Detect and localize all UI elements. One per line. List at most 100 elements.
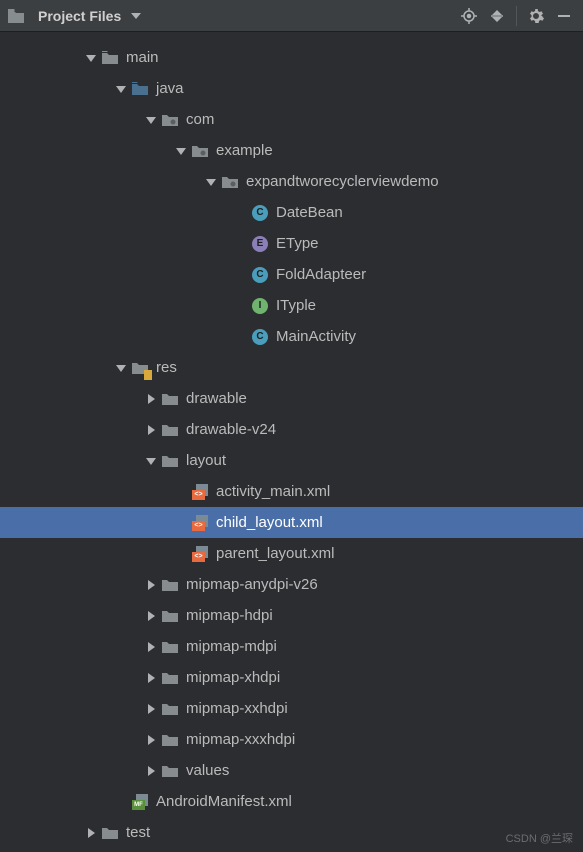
tree-node-parent-layout[interactable]: <> parent_layout.xml (0, 538, 583, 569)
node-label: expandtworecyclerviewdemo (246, 173, 439, 190)
node-label: test (126, 824, 150, 841)
tree-node-activity-main[interactable]: <> activity_main.xml (0, 476, 583, 507)
tree-node-mainactivity[interactable]: C MainActivity (0, 321, 583, 352)
chevron-down-icon[interactable] (112, 359, 130, 377)
node-label: com (186, 111, 214, 128)
chevron-right-icon[interactable] (142, 576, 160, 594)
chevron-right-icon[interactable] (142, 762, 160, 780)
tree-node-mipmap-hdpi[interactable]: mipmap-hdpi (0, 600, 583, 631)
tree-node-example[interactable]: example (0, 135, 583, 166)
project-panel-header: Project Files (0, 0, 583, 32)
xml-file-icon: <> (190, 513, 210, 533)
node-label: java (156, 80, 184, 97)
tree-node-mipmap-anydpi-v26[interactable]: mipmap-anydpi-v26 (0, 569, 583, 600)
tree-node-foldadapter[interactable]: C FoldAdapteer (0, 259, 583, 290)
project-tree: main java com example expandtworecyclerv… (0, 32, 583, 848)
folder-icon (160, 420, 180, 440)
folder-icon (160, 761, 180, 781)
node-label: drawable-v24 (186, 421, 276, 438)
gear-icon[interactable] (523, 3, 549, 29)
tree-node-drawable-v24[interactable]: drawable-v24 (0, 414, 583, 445)
tree-node-main[interactable]: main (0, 42, 583, 73)
node-label: parent_layout.xml (216, 545, 334, 562)
node-label: activity_main.xml (216, 483, 330, 500)
chevron-right-icon[interactable] (142, 731, 160, 749)
res-folder-icon (130, 358, 150, 378)
chevron-down-icon[interactable] (142, 111, 160, 129)
node-label: mipmap-xhdpi (186, 669, 280, 686)
chevron-right-icon[interactable] (142, 421, 160, 439)
node-label: ITyple (276, 297, 316, 314)
node-label: values (186, 762, 229, 779)
node-label: main (126, 49, 159, 66)
node-label: EType (276, 235, 319, 252)
node-label: layout (186, 452, 226, 469)
folder-icon (130, 79, 150, 99)
enum-icon: E (250, 234, 270, 254)
folder-icon (100, 823, 120, 843)
dropdown-icon[interactable] (127, 7, 145, 25)
chevron-right-icon[interactable] (142, 390, 160, 408)
tree-node-mipmap-mdpi[interactable]: mipmap-mdpi (0, 631, 583, 662)
xml-file-icon: <> (190, 482, 210, 502)
class-icon: C (250, 327, 270, 347)
folder-icon (160, 389, 180, 409)
hide-icon[interactable] (551, 3, 577, 29)
node-label: mipmap-mdpi (186, 638, 277, 655)
package-icon (160, 110, 180, 130)
folder-icon (160, 575, 180, 595)
node-label: MainActivity (276, 328, 356, 345)
node-label: child_layout.xml (216, 514, 323, 531)
chevron-down-icon[interactable] (202, 173, 220, 191)
chevron-down-icon[interactable] (82, 49, 100, 67)
node-label: example (216, 142, 273, 159)
tree-node-ityple[interactable]: I ITyple (0, 290, 583, 321)
collapse-icon[interactable] (484, 3, 510, 29)
chevron-right-icon[interactable] (142, 638, 160, 656)
class-icon: C (250, 265, 270, 285)
tree-node-manifest[interactable]: MF AndroidManifest.xml (0, 786, 583, 817)
folder-icon (160, 451, 180, 471)
folder-icon (160, 730, 180, 750)
package-icon (190, 141, 210, 161)
chevron-right-icon[interactable] (142, 607, 160, 625)
chevron-right-icon[interactable] (142, 700, 160, 718)
node-label: FoldAdapteer (276, 266, 366, 283)
node-label: mipmap-xxxhdpi (186, 731, 295, 748)
chevron-down-icon[interactable] (142, 452, 160, 470)
tree-node-package[interactable]: expandtworecyclerviewdemo (0, 166, 583, 197)
interface-icon: I (250, 296, 270, 316)
folder-icon (160, 668, 180, 688)
chevron-right-icon[interactable] (82, 824, 100, 842)
tree-node-com[interactable]: com (0, 104, 583, 135)
tree-node-values[interactable]: values (0, 755, 583, 786)
node-label: mipmap-xxhdpi (186, 700, 288, 717)
tree-node-mipmap-xhdpi[interactable]: mipmap-xhdpi (0, 662, 583, 693)
tree-node-child-layout[interactable]: <> child_layout.xml (0, 507, 583, 538)
tree-node-drawable[interactable]: drawable (0, 383, 583, 414)
node-label: res (156, 359, 177, 376)
xml-file-icon: <> (190, 544, 210, 564)
folder-icon (160, 606, 180, 626)
chevron-down-icon[interactable] (172, 142, 190, 160)
folder-icon (100, 48, 120, 68)
tree-node-datebean[interactable]: C DateBean (0, 197, 583, 228)
tree-node-java[interactable]: java (0, 73, 583, 104)
class-icon: C (250, 203, 270, 223)
tree-node-layout[interactable]: layout (0, 445, 583, 476)
chevron-down-icon[interactable] (112, 80, 130, 98)
tree-node-res[interactable]: res (0, 352, 583, 383)
tree-node-etype[interactable]: E EType (0, 228, 583, 259)
node-label: mipmap-hdpi (186, 607, 273, 624)
tree-node-test[interactable]: test (0, 817, 583, 848)
folder-icon (6, 6, 26, 26)
tree-node-mipmap-xxxhdpi[interactable]: mipmap-xxxhdpi (0, 724, 583, 755)
tree-node-mipmap-xxhdpi[interactable]: mipmap-xxhdpi (0, 693, 583, 724)
watermark: CSDN @兰琛 (506, 830, 573, 846)
panel-title: Project Files (38, 8, 121, 24)
target-icon[interactable] (456, 3, 482, 29)
chevron-right-icon[interactable] (142, 669, 160, 687)
manifest-file-icon: MF (130, 792, 150, 812)
node-label: drawable (186, 390, 247, 407)
node-label: mipmap-anydpi-v26 (186, 576, 318, 593)
